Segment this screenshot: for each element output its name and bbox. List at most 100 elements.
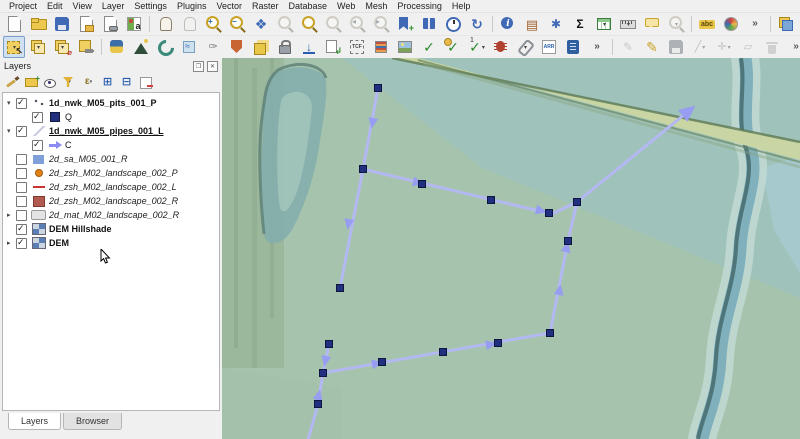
- layer-tree-item[interactable]: 2d_sa_M05_001_R: [3, 152, 219, 166]
- layer-tree-item[interactable]: 2d_zsh_M02_landscape_002_L: [3, 180, 219, 194]
- zoom-out-icon[interactable]: −: [226, 13, 248, 35]
- options-gear-icon[interactable]: ✱: [545, 13, 567, 35]
- shield-plugin-icon[interactable]: [226, 36, 248, 58]
- vertex-tool-icon[interactable]: ✛▾: [713, 36, 735, 58]
- show-bookmarks-icon[interactable]: [418, 13, 440, 35]
- menu-web[interactable]: Web: [332, 1, 360, 11]
- pan-to-selection-icon[interactable]: [178, 13, 200, 35]
- tab-browser[interactable]: Browser: [63, 413, 122, 430]
- attribute-table-icon[interactable]: ▾: [593, 13, 615, 35]
- zoom-to-selection-icon[interactable]: [274, 13, 296, 35]
- measure-icon[interactable]: ▾: [617, 13, 639, 35]
- layer-tree-item[interactable]: 2d_zsh_M02_landscape_002_R: [3, 194, 219, 208]
- check-clock-plugin-icon[interactable]: ✓: [442, 36, 464, 58]
- python-console-icon[interactable]: [106, 36, 128, 58]
- map-canvas[interactable]: [222, 58, 800, 439]
- open-layer-styling-icon[interactable]: [4, 74, 21, 90]
- layer-visibility-checkbox[interactable]: [16, 98, 27, 109]
- labels-icon[interactable]: abc: [696, 13, 718, 35]
- layer-tree-item[interactable]: 2d_zsh_M02_landscape_002_P: [3, 166, 219, 180]
- layer-tree-item[interactable]: Q: [3, 110, 219, 124]
- menu-layer[interactable]: Layer: [97, 1, 130, 11]
- open-project-icon[interactable]: [27, 13, 49, 35]
- new-print-layout-icon[interactable]: [75, 13, 97, 35]
- expander-icon[interactable]: ▾: [7, 99, 16, 107]
- search-icon[interactable]: ▾: [665, 13, 687, 35]
- statistical-summary-icon[interactable]: Σ: [569, 13, 591, 35]
- panel-plugin-icon[interactable]: [562, 36, 584, 58]
- temporal-controller-icon[interactable]: [442, 13, 464, 35]
- menu-database[interactable]: Database: [284, 1, 333, 11]
- layer-tree-item[interactable]: ▸DEM: [3, 236, 219, 250]
- bug-plugin-icon[interactable]: [490, 36, 512, 58]
- style-manager-icon[interactable]: a: [123, 13, 145, 35]
- zoom-next-icon[interactable]: ▸: [370, 13, 392, 35]
- expander-icon[interactable]: ▾: [7, 127, 16, 135]
- grass-tool-icon[interactable]: [154, 36, 176, 58]
- list-plugin-icon[interactable]: [370, 36, 392, 58]
- expand-all-icon[interactable]: ⊞: [99, 74, 116, 90]
- zoom-to-layer-icon[interactable]: [298, 13, 320, 35]
- cube-plugin-icon[interactable]: [250, 36, 272, 58]
- tcf-plugin-icon[interactable]: TCF: [346, 36, 368, 58]
- check-plugin-icon[interactable]: ✓: [418, 36, 440, 58]
- menu-plugins[interactable]: Plugins: [172, 1, 212, 11]
- close-panel-icon[interactable]: ✕: [207, 61, 218, 72]
- add-layers-icon[interactable]: [775, 13, 797, 35]
- download-plugin-icon[interactable]: ↓: [298, 36, 320, 58]
- current-edits-icon[interactable]: ✎: [617, 36, 639, 58]
- remove-layer-icon[interactable]: [137, 74, 154, 90]
- toolbar-overflow-icon[interactable]: »: [744, 13, 766, 35]
- deselect-features-icon[interactable]: ⌀▾: [51, 36, 73, 58]
- feather-tool-icon[interactable]: ✑: [202, 36, 224, 58]
- layer-tree-item[interactable]: ▸2d_mat_M02_landscape_002_R: [3, 208, 219, 222]
- menu-raster[interactable]: Raster: [247, 1, 284, 11]
- layer-visibility-checkbox[interactable]: [16, 126, 27, 137]
- zoom-last-icon[interactable]: ◂: [346, 13, 368, 35]
- menu-vector[interactable]: Vector: [211, 1, 247, 11]
- menu-processing[interactable]: Processing: [392, 1, 447, 11]
- select-by-form-icon[interactable]: ▾: [27, 36, 49, 58]
- manage-map-themes-icon[interactable]: ▾: [42, 74, 59, 90]
- menu-view[interactable]: View: [68, 1, 97, 11]
- layer-visibility-checkbox[interactable]: [16, 196, 27, 207]
- menu-settings[interactable]: Settings: [129, 1, 172, 11]
- layer-visibility-checkbox[interactable]: [16, 154, 27, 165]
- mesh-wave-tool-icon[interactable]: [178, 36, 200, 58]
- terrain-tool-icon[interactable]: [130, 36, 152, 58]
- save-project-icon[interactable]: [51, 13, 73, 35]
- pan-map-icon[interactable]: [154, 13, 176, 35]
- check-number-plugin-icon[interactable]: ✓▾: [466, 36, 488, 58]
- new-project-icon[interactable]: [3, 13, 25, 35]
- map-tips-icon[interactable]: [641, 13, 663, 35]
- zoom-native-icon[interactable]: [322, 13, 344, 35]
- zoom-full-icon[interactable]: ❖: [250, 13, 272, 35]
- menu-edit[interactable]: Edit: [42, 1, 68, 11]
- add-group-icon[interactable]: [23, 74, 40, 90]
- float-panel-icon[interactable]: ❐: [193, 61, 204, 72]
- lock-plugin-icon[interactable]: [274, 36, 296, 58]
- select-by-key-icon[interactable]: [75, 36, 97, 58]
- layer-visibility-checkbox[interactable]: [32, 112, 43, 123]
- arr-plugin-icon[interactable]: ARR: [538, 36, 560, 58]
- layer-tree-item[interactable]: ▾1d_nwk_M05_pipes_001_L: [3, 124, 219, 138]
- layer-tree-item[interactable]: ▾1d_nwk_M05_pits_001_P: [3, 96, 219, 110]
- toggle-editing-icon[interactable]: ✎: [641, 36, 663, 58]
- layer-tree-item[interactable]: C: [3, 138, 219, 152]
- toolbar-overflow-icon-4[interactable]: »: [785, 36, 800, 58]
- layer-tree-item[interactable]: DEM Hillshade: [3, 222, 219, 236]
- filter-expression-icon[interactable]: ε▾: [80, 74, 97, 90]
- menu-help[interactable]: Help: [447, 1, 476, 11]
- decorations-icon[interactable]: [720, 13, 742, 35]
- menu-mesh[interactable]: Mesh: [360, 1, 392, 11]
- add-line-feature-icon[interactable]: ╱▾: [689, 36, 711, 58]
- paperclip-plugin-icon[interactable]: ▾: [514, 36, 536, 58]
- save-edits-icon[interactable]: [665, 36, 687, 58]
- layer-visibility-checkbox[interactable]: [16, 238, 27, 249]
- layer-visibility-checkbox[interactable]: [32, 140, 43, 151]
- delete-selected-icon[interactable]: [761, 36, 783, 58]
- layout-manager-icon[interactable]: [99, 13, 121, 35]
- tab-layers[interactable]: Layers: [8, 413, 61, 430]
- field-calculator-icon[interactable]: ▤: [521, 13, 543, 35]
- layer-visibility-checkbox[interactable]: [16, 182, 27, 193]
